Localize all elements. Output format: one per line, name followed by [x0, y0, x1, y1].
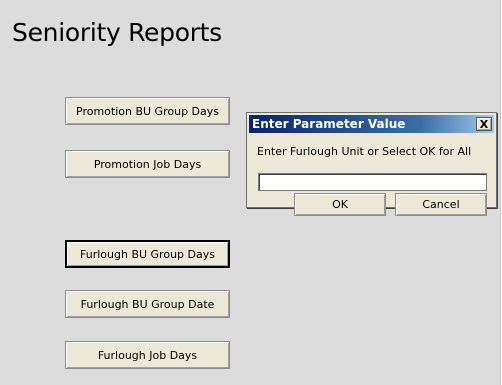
dialog-titlebar[interactable]: Enter Parameter Value X	[249, 115, 494, 133]
parameter-prompt: Enter Furlough Unit or Select OK for All	[257, 145, 472, 158]
promotion-bu-group-days-button[interactable]: Promotion BU Group Days	[65, 97, 230, 125]
parameter-input[interactable]	[258, 173, 487, 191]
furlough-bu-group-date-button[interactable]: Furlough BU Group Date	[65, 290, 230, 318]
dialog-title: Enter Parameter Value	[252, 117, 406, 131]
enter-parameter-dialog: Enter Parameter Value X Enter Furlough U…	[246, 112, 497, 216]
close-icon[interactable]: X	[476, 117, 492, 131]
ok-button[interactable]: OK	[294, 193, 386, 216]
cancel-button[interactable]: Cancel	[395, 193, 487, 216]
furlough-bu-group-days-button[interactable]: Furlough BU Group Days	[65, 240, 230, 268]
promotion-job-days-button[interactable]: Promotion Job Days	[65, 150, 230, 178]
page-title: Seniority Reports	[12, 18, 222, 47]
furlough-job-days-button[interactable]: Furlough Job Days	[65, 341, 230, 369]
